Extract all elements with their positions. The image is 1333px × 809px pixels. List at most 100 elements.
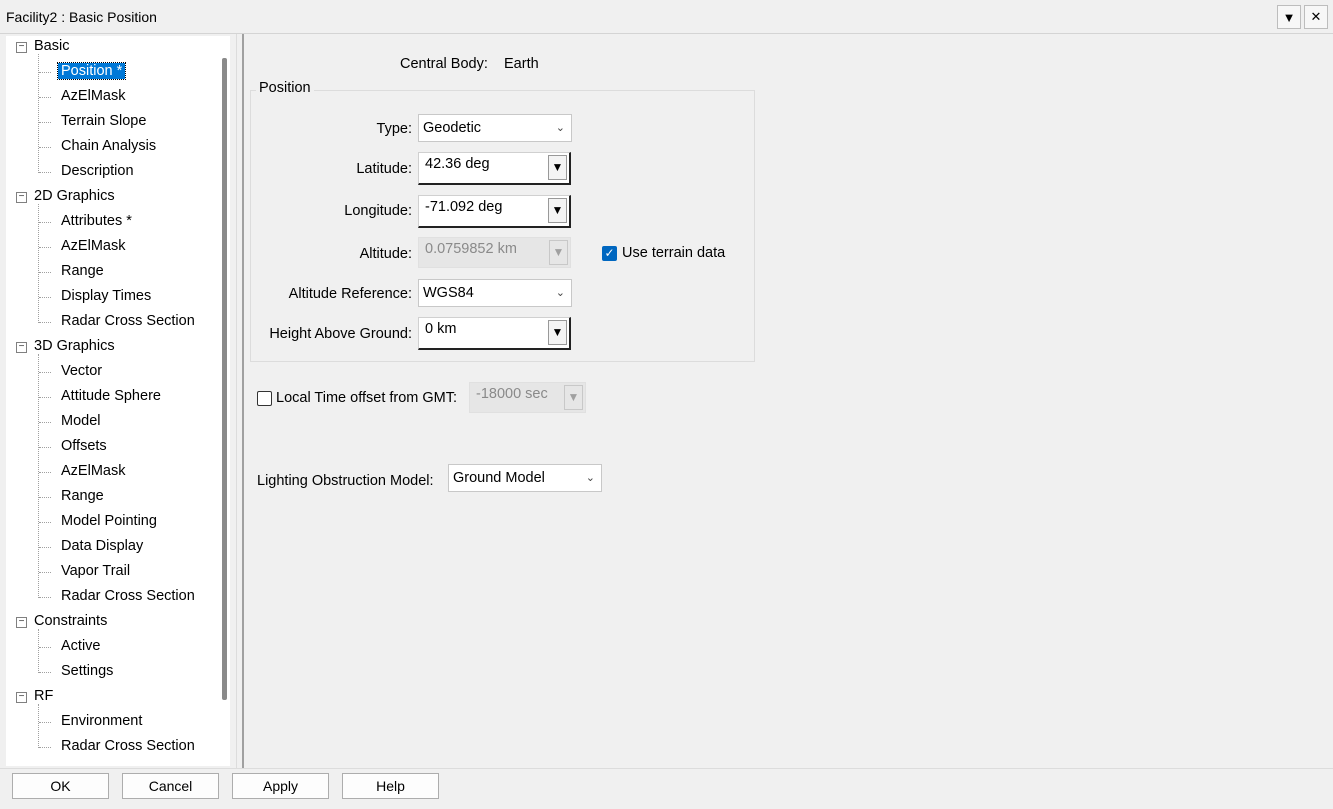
minus-box-icon[interactable]: −	[16, 192, 27, 203]
tree-connector	[39, 447, 51, 448]
tree-item[interactable]: AzElMask	[58, 86, 128, 107]
tree-item[interactable]: AzElMask	[58, 461, 128, 482]
altitude-reference-label: Altitude Reference:	[288, 286, 412, 302]
tree-item-label: Range	[61, 488, 104, 504]
tree-item[interactable]: Data Display	[58, 536, 146, 557]
tree-connector	[39, 247, 51, 248]
tree-item[interactable]: AzElMask	[58, 236, 128, 257]
height-above-ground-field[interactable]: 0 km ▼	[418, 317, 571, 350]
tree-item[interactable]: Offsets	[58, 436, 110, 457]
tree-connector	[38, 354, 39, 598]
tree-item[interactable]: Chain Analysis	[58, 136, 159, 157]
tree-connector	[39, 722, 51, 723]
tree-item-label: Display Times	[61, 288, 152, 304]
tree-connector	[39, 597, 51, 598]
tree-item[interactable]: Range	[58, 486, 107, 507]
tree-item[interactable]: Radar Cross Section	[58, 311, 198, 332]
unit-selector-icon[interactable]: ▼	[548, 155, 567, 180]
tree-item-label: Range	[61, 263, 104, 279]
tree-connector	[39, 672, 51, 673]
type-dropdown[interactable]: Geodetic ⌄	[418, 114, 572, 142]
position-group-title: Position	[256, 80, 314, 96]
tree-item[interactable]: Environment	[58, 711, 145, 732]
tree-group-0[interactable]: Basic	[34, 36, 69, 57]
tree-item[interactable]: Range	[58, 261, 107, 282]
tree-connector	[39, 647, 51, 648]
tree-item-label: Settings	[61, 663, 114, 679]
tree-item-label: Radar Cross Section	[61, 313, 195, 329]
tree-item-label: Attitude Sphere	[61, 388, 161, 404]
tree-item[interactable]: Model	[58, 411, 104, 432]
close-icon: ✕	[1310, 9, 1322, 24]
chevron-down-icon: ⌄	[555, 287, 565, 299]
longitude-value: -71.092 deg	[425, 199, 503, 215]
use-terrain-checkbox[interactable]: ✓	[602, 246, 617, 261]
tree-connector	[39, 322, 51, 323]
tree-item[interactable]: Description	[58, 161, 137, 182]
tree-connector	[39, 97, 51, 98]
tree-item-label: Vapor Trail	[61, 563, 131, 579]
altitude-reference-dropdown[interactable]: WGS84 ⌄	[418, 279, 572, 307]
tree-item[interactable]: Radar Cross Section	[58, 736, 198, 757]
tree-item[interactable]: Position *	[56, 61, 127, 82]
local-time-field: -18000 sec ▼	[469, 382, 586, 413]
tree-scrollbar[interactable]	[222, 58, 227, 700]
dropdown-arrow-icon: ▼	[1282, 9, 1296, 25]
help-button[interactable]: Help	[342, 773, 439, 799]
tree-group-1[interactable]: 2D Graphics	[34, 186, 115, 207]
type-value: Geodetic	[423, 120, 482, 136]
local-time-label: Local Time offset from GMT:	[276, 390, 458, 406]
tree-connector	[39, 372, 51, 373]
tree-item-label: AzElMask	[61, 463, 126, 479]
tree-item-label: Model	[61, 413, 101, 429]
title-bar: Facility2 : Basic Position ▼ ✕	[0, 0, 1333, 34]
tree-group-4[interactable]: RF	[34, 686, 53, 707]
minus-box-icon[interactable]: −	[16, 342, 27, 353]
chevron-down-icon: ⌄	[585, 472, 595, 484]
window-title: Facility2 : Basic Position	[6, 9, 157, 25]
tree-item[interactable]: Active	[58, 636, 104, 657]
lighting-obstruction-value: Ground Model	[453, 470, 545, 486]
local-time-checkbox[interactable]	[257, 391, 272, 406]
tree-item[interactable]: Radar Cross Section	[58, 586, 198, 607]
tree-item[interactable]: Display Times	[58, 286, 154, 307]
tree-item[interactable]: Attitude Sphere	[58, 386, 164, 407]
ok-button[interactable]: OK	[12, 773, 109, 799]
window-menu-button[interactable]: ▼	[1277, 5, 1301, 29]
altitude-field: 0.0759852 km ▼	[418, 237, 571, 268]
splitter[interactable]	[236, 34, 244, 768]
tree-connector	[39, 747, 51, 748]
close-button[interactable]: ✕	[1304, 5, 1328, 29]
latitude-field[interactable]: 42.36 deg ▼	[418, 152, 571, 185]
tree-item[interactable]: Vapor Trail	[58, 561, 133, 582]
longitude-label: Longitude:	[344, 203, 412, 219]
apply-button[interactable]: Apply	[232, 773, 329, 799]
chevron-down-icon: ⌄	[555, 122, 565, 134]
minus-box-icon[interactable]: −	[16, 692, 27, 703]
minus-box-icon[interactable]: −	[16, 617, 27, 628]
properties-tree[interactable]: − Basic Position * AzElMask Terrain Slope Cha…	[6, 36, 230, 766]
tree-connector	[39, 122, 51, 123]
tree-connector	[39, 472, 51, 473]
tree-item[interactable]: Settings	[58, 661, 116, 682]
lighting-obstruction-dropdown[interactable]: Ground Model ⌄	[448, 464, 602, 492]
tree-connector	[39, 147, 51, 148]
tree-item-label: Environment	[61, 713, 143, 729]
minus-box-icon[interactable]: −	[16, 42, 27, 53]
tree-item[interactable]: Model Pointing	[58, 511, 160, 532]
tree-item[interactable]: Terrain Slope	[58, 111, 149, 132]
tree-item[interactable]: Attributes *	[58, 211, 135, 232]
tree-group-3[interactable]: Constraints	[34, 611, 107, 632]
local-time-value: -18000 sec	[476, 386, 548, 402]
latitude-label: Latitude:	[356, 161, 412, 177]
cancel-button[interactable]: Cancel	[122, 773, 219, 799]
tree-group-2[interactable]: 3D Graphics	[34, 336, 115, 357]
tree-item[interactable]: Vector	[58, 361, 105, 382]
tree-connector	[38, 629, 39, 673]
longitude-field[interactable]: -71.092 deg ▼	[418, 195, 571, 228]
tree-connector	[39, 397, 51, 398]
latitude-value: 42.36 deg	[425, 156, 490, 172]
unit-selector-icon[interactable]: ▼	[548, 320, 567, 345]
tree-connector	[39, 172, 51, 173]
unit-selector-icon[interactable]: ▼	[548, 198, 567, 223]
